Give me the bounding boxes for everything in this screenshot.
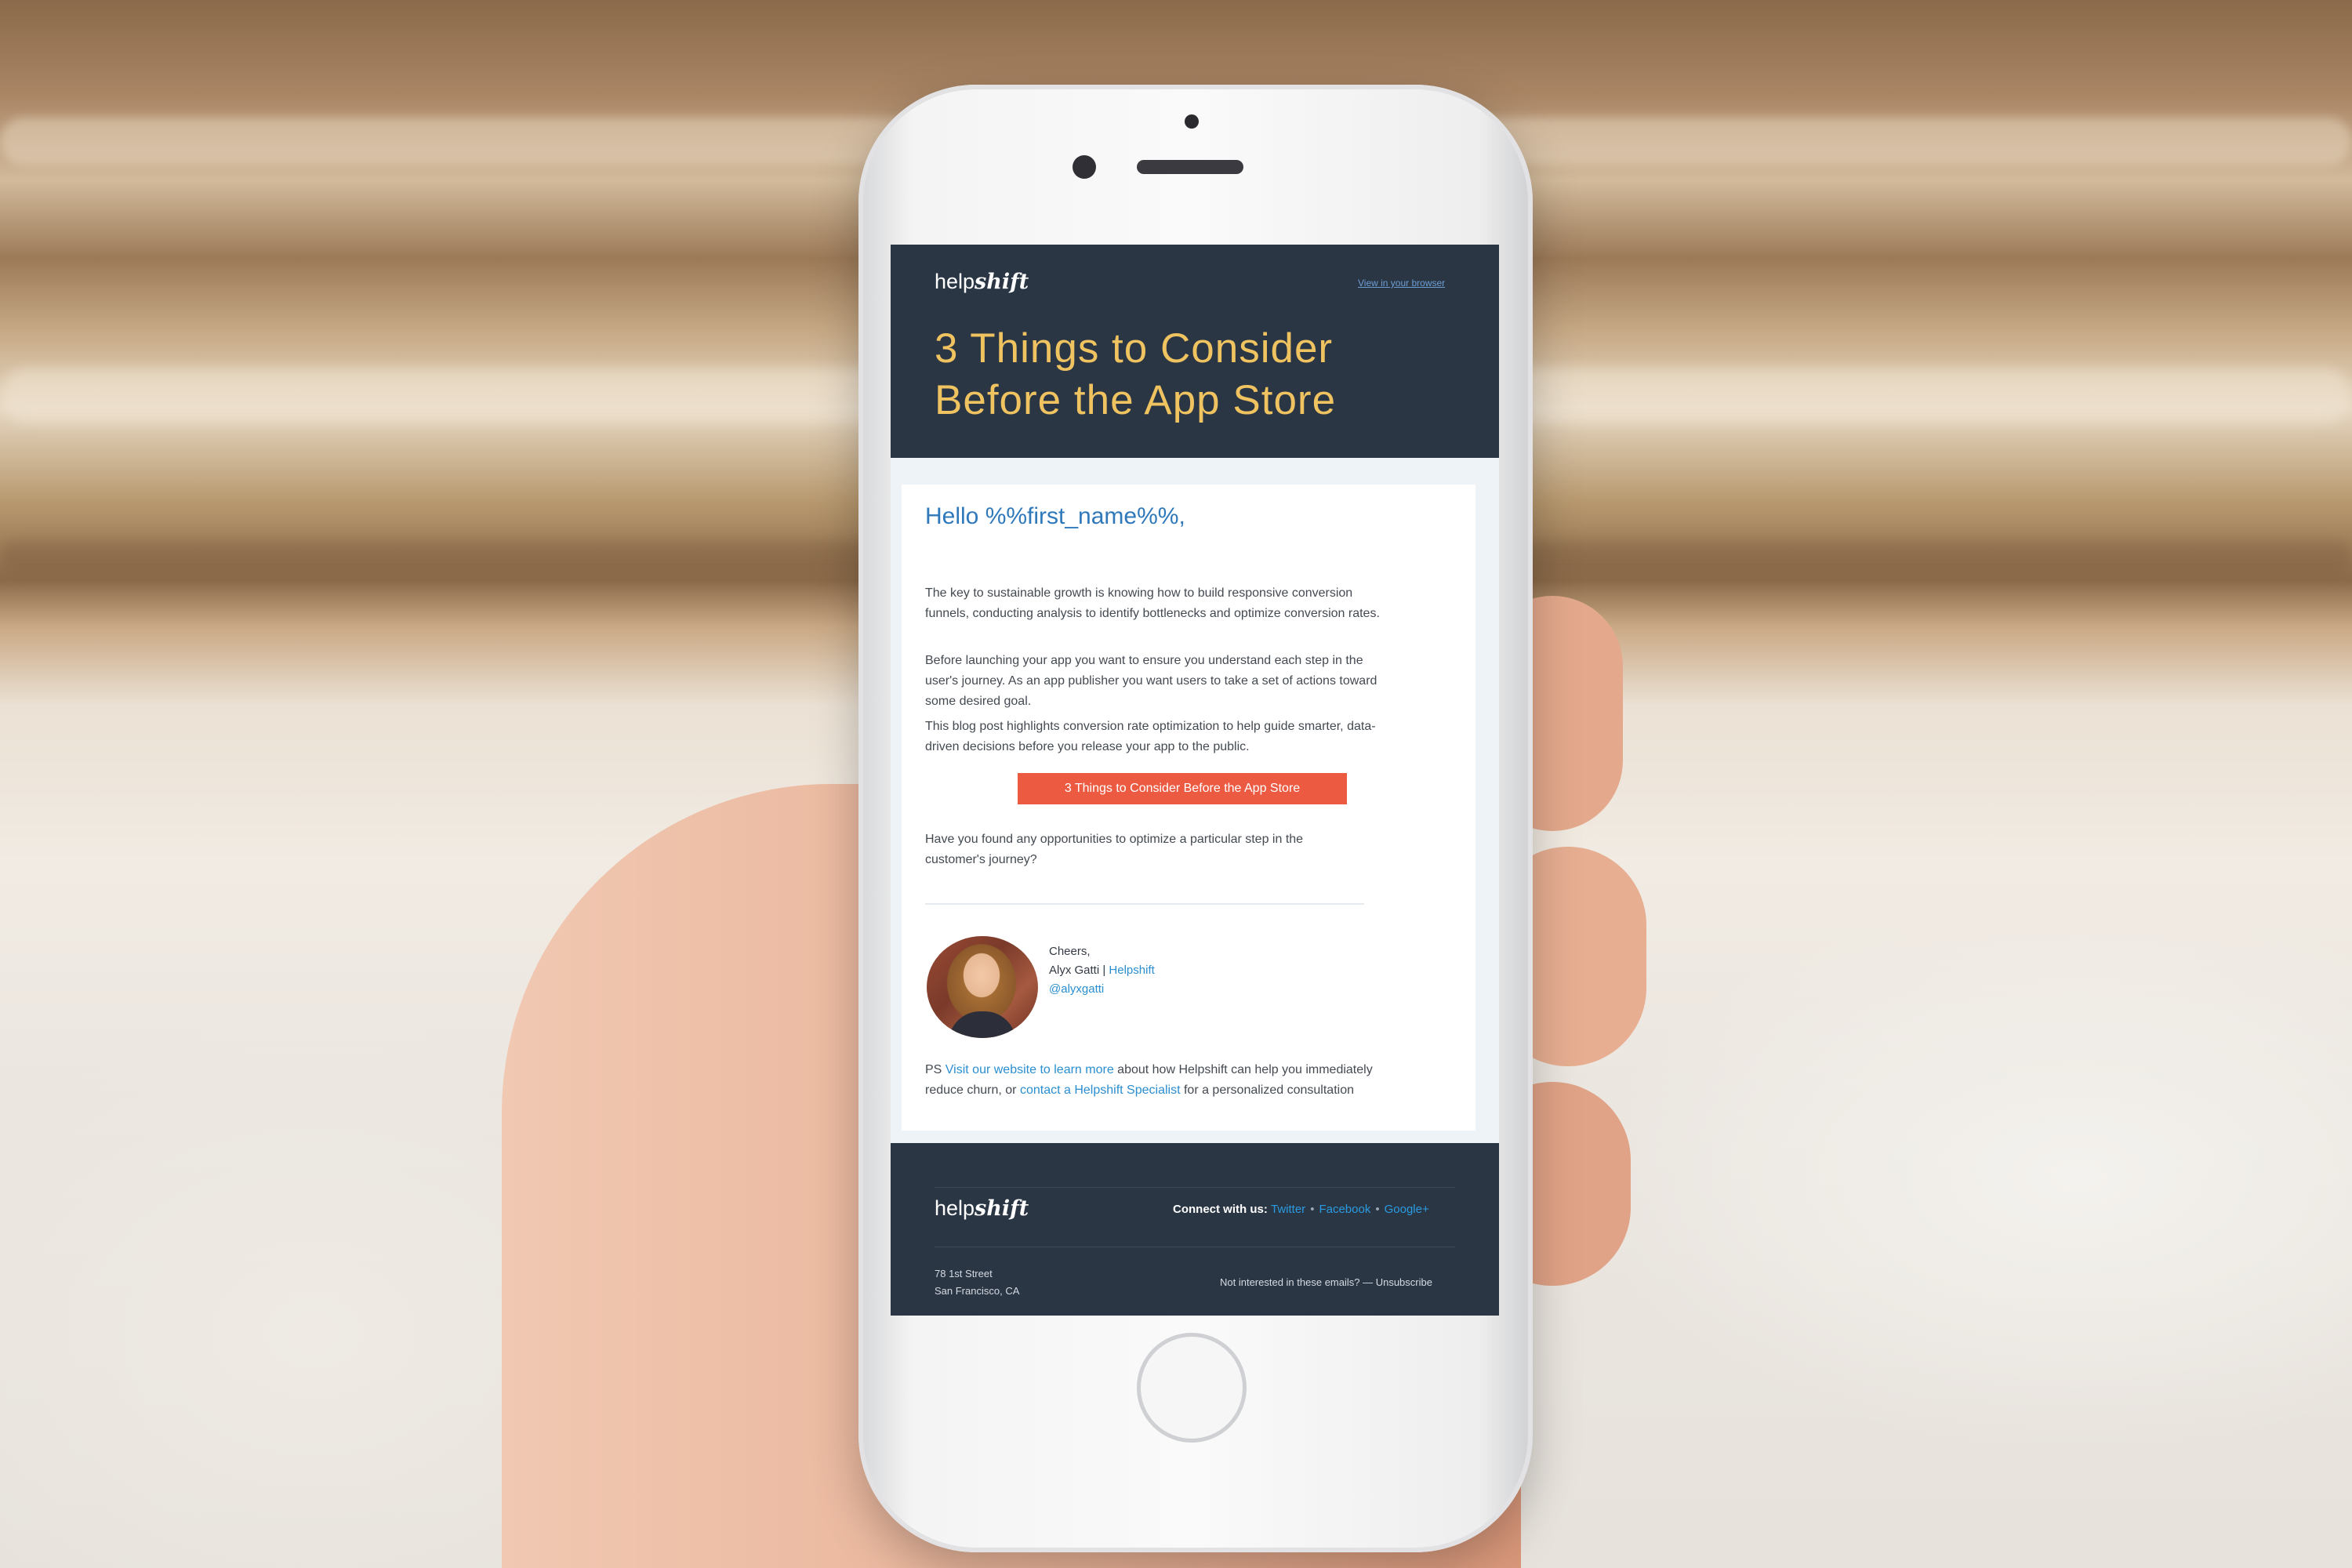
email-hero-title: 3 Things to Consider Before the App Stor… [935, 325, 1337, 423]
signature-name-line: Alyx Gatti | Helpshift [1049, 964, 1155, 977]
paragraph-2: Before launching your app you want to en… [925, 654, 1377, 708]
author-avatar [927, 936, 1038, 1038]
phone-front-sensor-icon [1073, 155, 1096, 179]
email-greeting: Hello %%first_name%%, [925, 503, 1185, 529]
signature-company-link[interactable]: Helpshift [1109, 964, 1154, 977]
contact-specialist-link[interactable]: contact a Helpshift Specialist [1020, 1083, 1181, 1097]
footer-divider-top [935, 1187, 1455, 1188]
visit-website-link[interactable]: Visit our website to learn more [946, 1063, 1114, 1076]
phone-speaker [1137, 160, 1243, 174]
paragraph-1: The key to sustainable growth is knowing… [925, 586, 1380, 620]
ps-paragraph: PS Visit our website to learn more about… [925, 1063, 1373, 1097]
unsubscribe-link[interactable]: Not interested in these emails? — Unsubs… [1220, 1276, 1432, 1288]
phone-home-button-icon[interactable] [1137, 1333, 1247, 1443]
view-in-browser-link[interactable]: View in your browser [1358, 278, 1445, 289]
google-plus-link[interactable]: Google+ [1385, 1203, 1429, 1216]
helpshift-logo: helpshift [935, 270, 1029, 294]
paragraph-3: This blog post highlights conversion rat… [925, 720, 1376, 753]
footer-social-links: Connect with us: Twitter • Facebook • Google… [1173, 1203, 1429, 1216]
facebook-link[interactable]: Facebook [1319, 1203, 1370, 1216]
email-header: helpshift View in your browser 3 Things … [891, 245, 1499, 458]
section-divider [925, 903, 1364, 905]
footer-helpshift-logo: helpshift [935, 1196, 1029, 1221]
signature-twitter-handle-link[interactable]: @alyxgatti [1049, 980, 1104, 999]
email-screen: helpshift View in your browser 3 Things … [891, 245, 1499, 1316]
footer-address: 78 1st Street San Francisco, CA [935, 1268, 1020, 1297]
cta-read-blog-button[interactable]: 3 Things to Consider Before the App Stor… [1018, 773, 1347, 804]
signature-cheers: Cheers, [1049, 945, 1091, 958]
phone-camera-icon [1185, 114, 1199, 129]
twitter-link[interactable]: Twitter [1271, 1203, 1305, 1216]
question-paragraph: Have you found any opportunities to opti… [925, 833, 1304, 866]
